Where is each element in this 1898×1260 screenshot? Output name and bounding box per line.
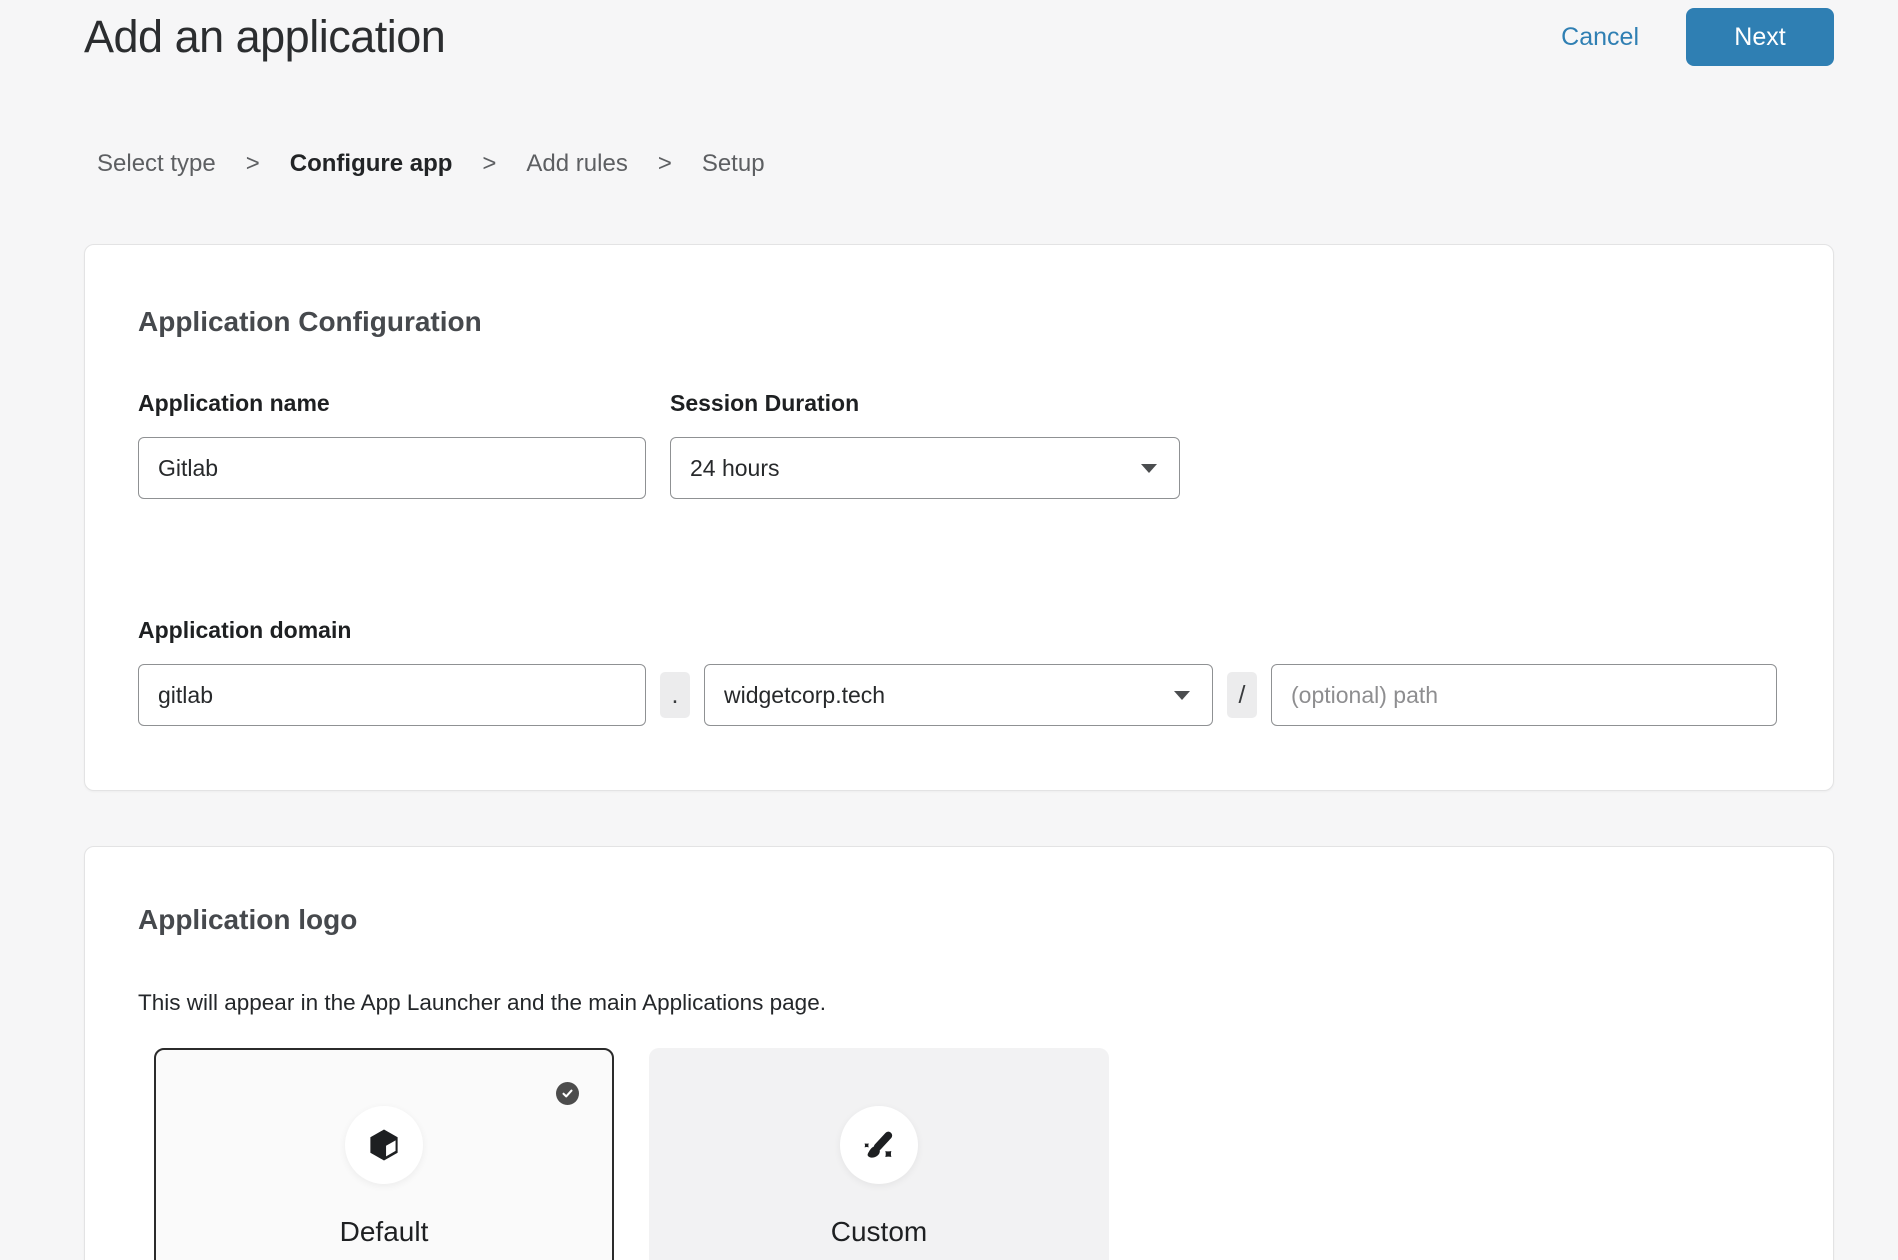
next-button[interactable]: Next [1686, 8, 1834, 66]
breadcrumb-separator: > [658, 150, 672, 178]
page-header: Add an application Cancel Next [84, 0, 1834, 64]
breadcrumb-step-add-rules[interactable]: Add rules [526, 150, 627, 178]
breadcrumb-separator: > [246, 150, 260, 178]
slash-separator: / [1227, 672, 1257, 718]
header-actions: Cancel Next [1561, 8, 1834, 66]
application-domain-row: . widgetcorp.tech / [138, 664, 1780, 726]
name-session-row: 24 hours [138, 437, 1780, 499]
logo-option-custom[interactable]: Custom [649, 1048, 1109, 1260]
path-input[interactable] [1271, 664, 1777, 726]
application-name-input[interactable] [138, 437, 646, 499]
session-duration-value: 24 hours [690, 455, 780, 482]
add-application-page: Add an application Cancel Next Select ty… [0, 0, 1898, 1260]
session-duration-label: Session Duration [670, 389, 859, 417]
logo-option-label: Custom [831, 1215, 927, 1249]
logo-options-row: Default Custom [154, 1048, 1780, 1260]
dot-separator: . [660, 672, 690, 718]
cube-icon [345, 1106, 423, 1184]
application-logo-heading: Application logo [138, 903, 1780, 937]
breadcrumb-step-setup[interactable]: Setup [702, 150, 765, 178]
domain-value: widgetcorp.tech [724, 682, 885, 709]
chevron-down-icon [1141, 464, 1157, 473]
breadcrumb: Select type > Configure app > Add rules … [97, 150, 1834, 178]
application-logo-card: Application logo This will appear in the… [84, 846, 1834, 1260]
labels-row: Application name Session Duration [138, 389, 1780, 417]
chevron-down-icon [1174, 691, 1190, 700]
logo-option-default[interactable]: Default [154, 1048, 614, 1260]
paintbrush-icon [840, 1106, 918, 1184]
logo-option-label: Default [340, 1215, 429, 1249]
application-logo-description: This will appear in the App Launcher and… [138, 989, 1780, 1016]
page-title: Add an application [84, 11, 445, 63]
breadcrumb-step-select-type[interactable]: Select type [97, 150, 216, 178]
session-duration-select[interactable]: 24 hours [670, 437, 1180, 499]
subdomain-input[interactable] [138, 664, 646, 726]
domain-select[interactable]: widgetcorp.tech [704, 664, 1213, 726]
application-domain-label: Application domain [138, 616, 1780, 644]
application-configuration-heading: Application Configuration [138, 305, 1780, 339]
breadcrumb-step-configure-app[interactable]: Configure app [290, 150, 453, 178]
application-name-label: Application name [138, 389, 646, 417]
selected-check-icon [556, 1082, 579, 1105]
application-configuration-card: Application Configuration Application na… [84, 244, 1834, 791]
breadcrumb-separator: > [482, 150, 496, 178]
cancel-button[interactable]: Cancel [1561, 23, 1639, 52]
